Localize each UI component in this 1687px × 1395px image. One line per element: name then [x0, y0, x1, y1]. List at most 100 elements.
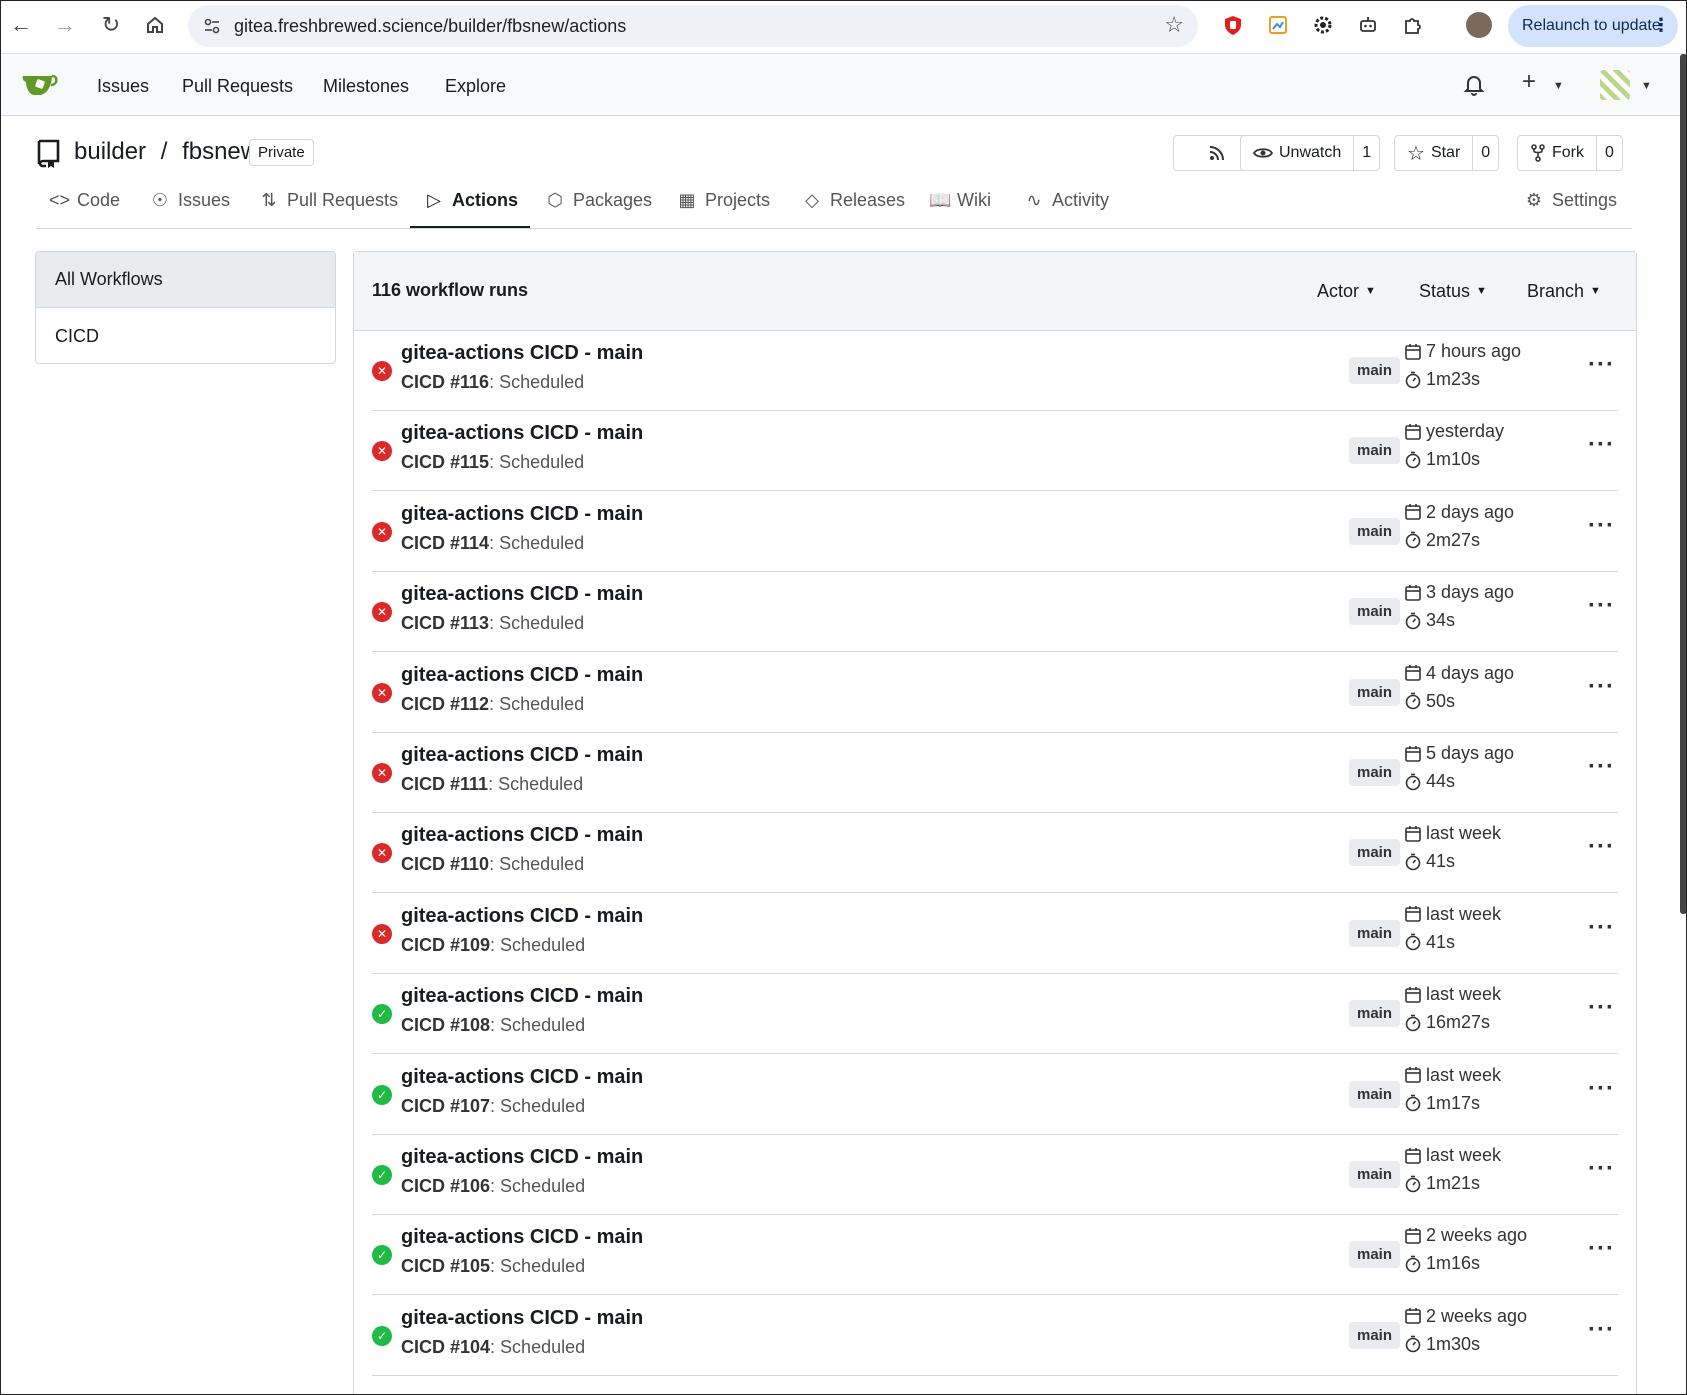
- repo-owner-link[interactable]: builder: [74, 138, 146, 165]
- create-plus-icon[interactable]: +: [1522, 68, 1536, 96]
- site-settings-icon[interactable]: [200, 14, 224, 38]
- run-title-link[interactable]: gitea-actions CICD - main: [401, 824, 643, 847]
- status-filter-dropdown[interactable]: Status ▼: [1419, 281, 1487, 302]
- nav-explore[interactable]: Explore: [445, 76, 506, 97]
- extension-robot-icon[interactable]: [1355, 12, 1381, 38]
- workflow-run-row[interactable]: ✕ gitea-actions CICD - main CICD #113: Sch…: [372, 572, 1618, 653]
- user-avatar[interactable]: [1600, 70, 1630, 100]
- more-options-icon[interactable]: ···: [1588, 833, 1615, 861]
- tab-projects[interactable]: ▦ Projects: [677, 190, 770, 211]
- more-options-icon[interactable]: ···: [1588, 1316, 1615, 1344]
- workflow-run-row[interactable]: ✓ gitea-actions CICD - main CICD #104: Sch…: [372, 1296, 1618, 1376]
- run-title-link[interactable]: gitea-actions CICD - main: [401, 422, 643, 445]
- extension-color-icon[interactable]: [1265, 12, 1291, 38]
- workflow-run-row[interactable]: ✓ gitea-actions CICD - main CICD #105: Sch…: [372, 1215, 1618, 1296]
- ublock-extension-icon[interactable]: [1220, 12, 1246, 38]
- more-options-icon[interactable]: ···: [1588, 673, 1615, 701]
- run-title-link[interactable]: gitea-actions CICD - main: [401, 583, 643, 606]
- more-options-icon[interactable]: ···: [1588, 512, 1615, 540]
- fork-count[interactable]: 0: [1596, 136, 1622, 170]
- watch-count[interactable]: 1: [1353, 136, 1379, 170]
- extension-gear-icon[interactable]: [1310, 12, 1336, 38]
- create-dropdown-caret-icon[interactable]: ▼: [1553, 80, 1564, 92]
- nav-issues[interactable]: Issues: [97, 76, 149, 97]
- run-workflow-number[interactable]: CICD #112: [401, 694, 489, 714]
- more-options-icon[interactable]: ···: [1588, 753, 1615, 781]
- run-title-link[interactable]: gitea-actions CICD - main: [401, 744, 643, 767]
- branch-label[interactable]: main: [1349, 517, 1401, 545]
- branch-label[interactable]: main: [1349, 1321, 1401, 1349]
- sidebar-item-cicd[interactable]: CICD: [36, 308, 335, 363]
- tab-settings[interactable]: ⚙ Settings: [1524, 190, 1617, 211]
- run-workflow-number[interactable]: CICD #104: [401, 1337, 490, 1357]
- run-title-link[interactable]: gitea-actions CICD - main: [401, 1146, 643, 1169]
- more-options-icon[interactable]: ···: [1588, 351, 1615, 379]
- more-options-icon[interactable]: ···: [1588, 994, 1615, 1022]
- run-workflow-number[interactable]: CICD #110: [401, 854, 489, 874]
- branch-label[interactable]: main: [1349, 1241, 1401, 1269]
- back-arrow-icon[interactable]: ←: [4, 8, 38, 42]
- workflow-run-row[interactable]: ✓ gitea-actions CICD - main CICD #107: Sch…: [372, 1055, 1618, 1135]
- branch-label[interactable]: main: [1349, 598, 1401, 626]
- tab-issues[interactable]: ☉ Issues: [150, 190, 230, 211]
- branch-label[interactable]: main: [1349, 1000, 1401, 1028]
- branch-label[interactable]: main: [1349, 839, 1401, 867]
- workflow-run-row[interactable]: ✕ gitea-actions CICD - main CICD #109: Sch…: [372, 894, 1618, 974]
- workflow-run-row[interactable]: ✕ gitea-actions CICD - main CICD #116: Sch…: [372, 331, 1618, 411]
- reload-icon[interactable]: ↻: [94, 8, 128, 42]
- run-workflow-number[interactable]: CICD #116: [401, 372, 489, 392]
- url-text[interactable]: gitea.freshbrewed.science/builder/fbsnew…: [234, 16, 626, 37]
- more-options-icon[interactable]: ···: [1588, 592, 1615, 620]
- run-title-link[interactable]: gitea-actions CICD - main: [401, 503, 643, 526]
- profile-avatar[interactable]: [1466, 12, 1492, 38]
- tab-actions[interactable]: ▷ Actions: [424, 190, 518, 211]
- fork-button[interactable]: Fork 0: [1517, 135, 1623, 171]
- branch-label[interactable]: main: [1349, 759, 1401, 786]
- more-options-icon[interactable]: ···: [1588, 914, 1615, 942]
- run-workflow-number[interactable]: CICD #113: [401, 613, 489, 633]
- actor-filter-dropdown[interactable]: Actor ▼: [1317, 281, 1376, 302]
- more-options-icon[interactable]: ···: [1588, 431, 1615, 459]
- sidebar-item-all-workflows[interactable]: All Workflows: [36, 252, 335, 308]
- run-workflow-number[interactable]: CICD #105: [401, 1256, 490, 1276]
- workflow-run-row[interactable]: ✓ gitea-actions CICD - main CICD #106: Sch…: [372, 1135, 1618, 1215]
- tab-wiki[interactable]: 📖 Wiki: [929, 190, 991, 211]
- notifications-bell-icon[interactable]: [1463, 72, 1485, 102]
- more-options-icon[interactable]: ···: [1588, 1075, 1615, 1103]
- user-dropdown-caret-icon[interactable]: ▼: [1641, 80, 1652, 92]
- unwatch-button[interactable]: Unwatch 1: [1240, 135, 1381, 171]
- browser-menu-icon[interactable]: ⋮: [1652, 15, 1670, 36]
- star-count[interactable]: 0: [1472, 136, 1498, 170]
- relaunch-button[interactable]: Relaunch to update ⋮: [1508, 5, 1678, 47]
- branch-label[interactable]: main: [1349, 678, 1401, 706]
- workflow-run-row[interactable]: ✕ gitea-actions CICD - main CICD #115: Sch…: [372, 411, 1618, 492]
- run-workflow-number[interactable]: CICD #114: [401, 533, 489, 553]
- tab-packages[interactable]: ⬡ Packages: [545, 190, 652, 211]
- run-workflow-number[interactable]: CICD #109: [401, 935, 490, 955]
- branch-label[interactable]: main: [1349, 919, 1401, 947]
- branch-label[interactable]: main: [1349, 437, 1401, 465]
- run-title-link[interactable]: gitea-actions CICD - main: [401, 664, 643, 687]
- nav-pull-requests[interactable]: Pull Requests: [182, 76, 293, 97]
- run-workflow-number[interactable]: CICD #111: [401, 774, 488, 794]
- workflow-run-row[interactable]: ✕ gitea-actions CICD - main CICD #110: Sch…: [372, 813, 1618, 894]
- branch-label[interactable]: main: [1349, 1161, 1401, 1188]
- run-workflow-number[interactable]: CICD #115: [401, 452, 489, 472]
- run-title-link[interactable]: gitea-actions CICD - main: [401, 1307, 643, 1330]
- home-icon[interactable]: [138, 8, 172, 42]
- run-title-link[interactable]: gitea-actions CICD - main: [401, 342, 643, 365]
- workflow-run-row[interactable]: ✕ gitea-actions CICD - main CICD #111: Sch…: [372, 733, 1618, 813]
- branch-label[interactable]: main: [1349, 357, 1401, 384]
- more-options-icon[interactable]: ···: [1588, 1235, 1615, 1263]
- run-title-link[interactable]: gitea-actions CICD - main: [401, 905, 643, 928]
- nav-milestones[interactable]: Milestones: [323, 76, 409, 97]
- page-scrollbar[interactable]: [1680, 54, 1687, 914]
- star-button[interactable]: ☆ Star 0: [1394, 135, 1500, 171]
- branch-label[interactable]: main: [1349, 1080, 1401, 1108]
- run-title-link[interactable]: gitea-actions CICD - main: [401, 1066, 643, 1089]
- bookmark-star-icon[interactable]: ☆: [1164, 12, 1184, 38]
- workflow-run-row[interactable]: ✕ gitea-actions CICD - main CICD #114: Sch…: [372, 492, 1618, 572]
- run-title-link[interactable]: gitea-actions CICD - main: [401, 1226, 643, 1249]
- forward-arrow-icon[interactable]: →: [48, 8, 82, 42]
- run-workflow-number[interactable]: CICD #108: [401, 1015, 490, 1035]
